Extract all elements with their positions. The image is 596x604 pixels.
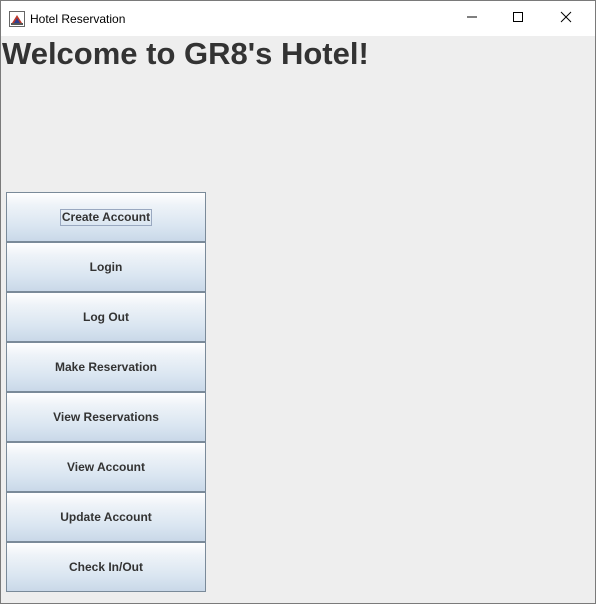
window-title: Hotel Reservation: [30, 12, 126, 26]
view-account-button[interactable]: View Account: [6, 442, 206, 492]
update-account-label: Update Account: [60, 509, 152, 524]
log-out-button[interactable]: Log Out: [6, 292, 206, 342]
view-account-label: View Account: [66, 459, 146, 474]
view-reservations-label: View Reservations: [53, 409, 159, 424]
check-in-out-button[interactable]: Check In/Out: [6, 542, 206, 592]
login-button[interactable]: Login: [6, 242, 206, 292]
menu-button-list: Create Account Login Log Out Make Reserv…: [6, 192, 206, 592]
title-bar[interactable]: Hotel Reservation: [1, 1, 595, 36]
minimize-button[interactable]: [449, 1, 495, 36]
maximize-icon: [512, 10, 524, 28]
close-icon: [560, 10, 572, 28]
welcome-heading: Welcome to GR8's Hotel!: [2, 36, 369, 71]
log-out-label: Log Out: [83, 309, 129, 324]
app-window: Hotel Reservation Welcome to GR8's Hotel…: [0, 0, 596, 604]
maximize-button[interactable]: [495, 1, 541, 36]
make-reservation-button[interactable]: Make Reservation: [6, 342, 206, 392]
create-account-button[interactable]: Create Account: [6, 192, 206, 242]
close-button[interactable]: [543, 1, 589, 36]
create-account-label: Create Account: [59, 208, 153, 226]
make-reservation-label: Make Reservation: [54, 359, 158, 374]
check-in-out-label: Check In/Out: [68, 559, 143, 574]
java-app-icon[interactable]: [9, 11, 25, 27]
minimize-icon: [466, 10, 478, 28]
view-reservations-button[interactable]: View Reservations: [6, 392, 206, 442]
login-label: Login: [89, 259, 123, 274]
content-pane: Welcome to GR8's Hotel! Create Account L…: [1, 36, 595, 603]
update-account-button[interactable]: Update Account: [6, 492, 206, 542]
